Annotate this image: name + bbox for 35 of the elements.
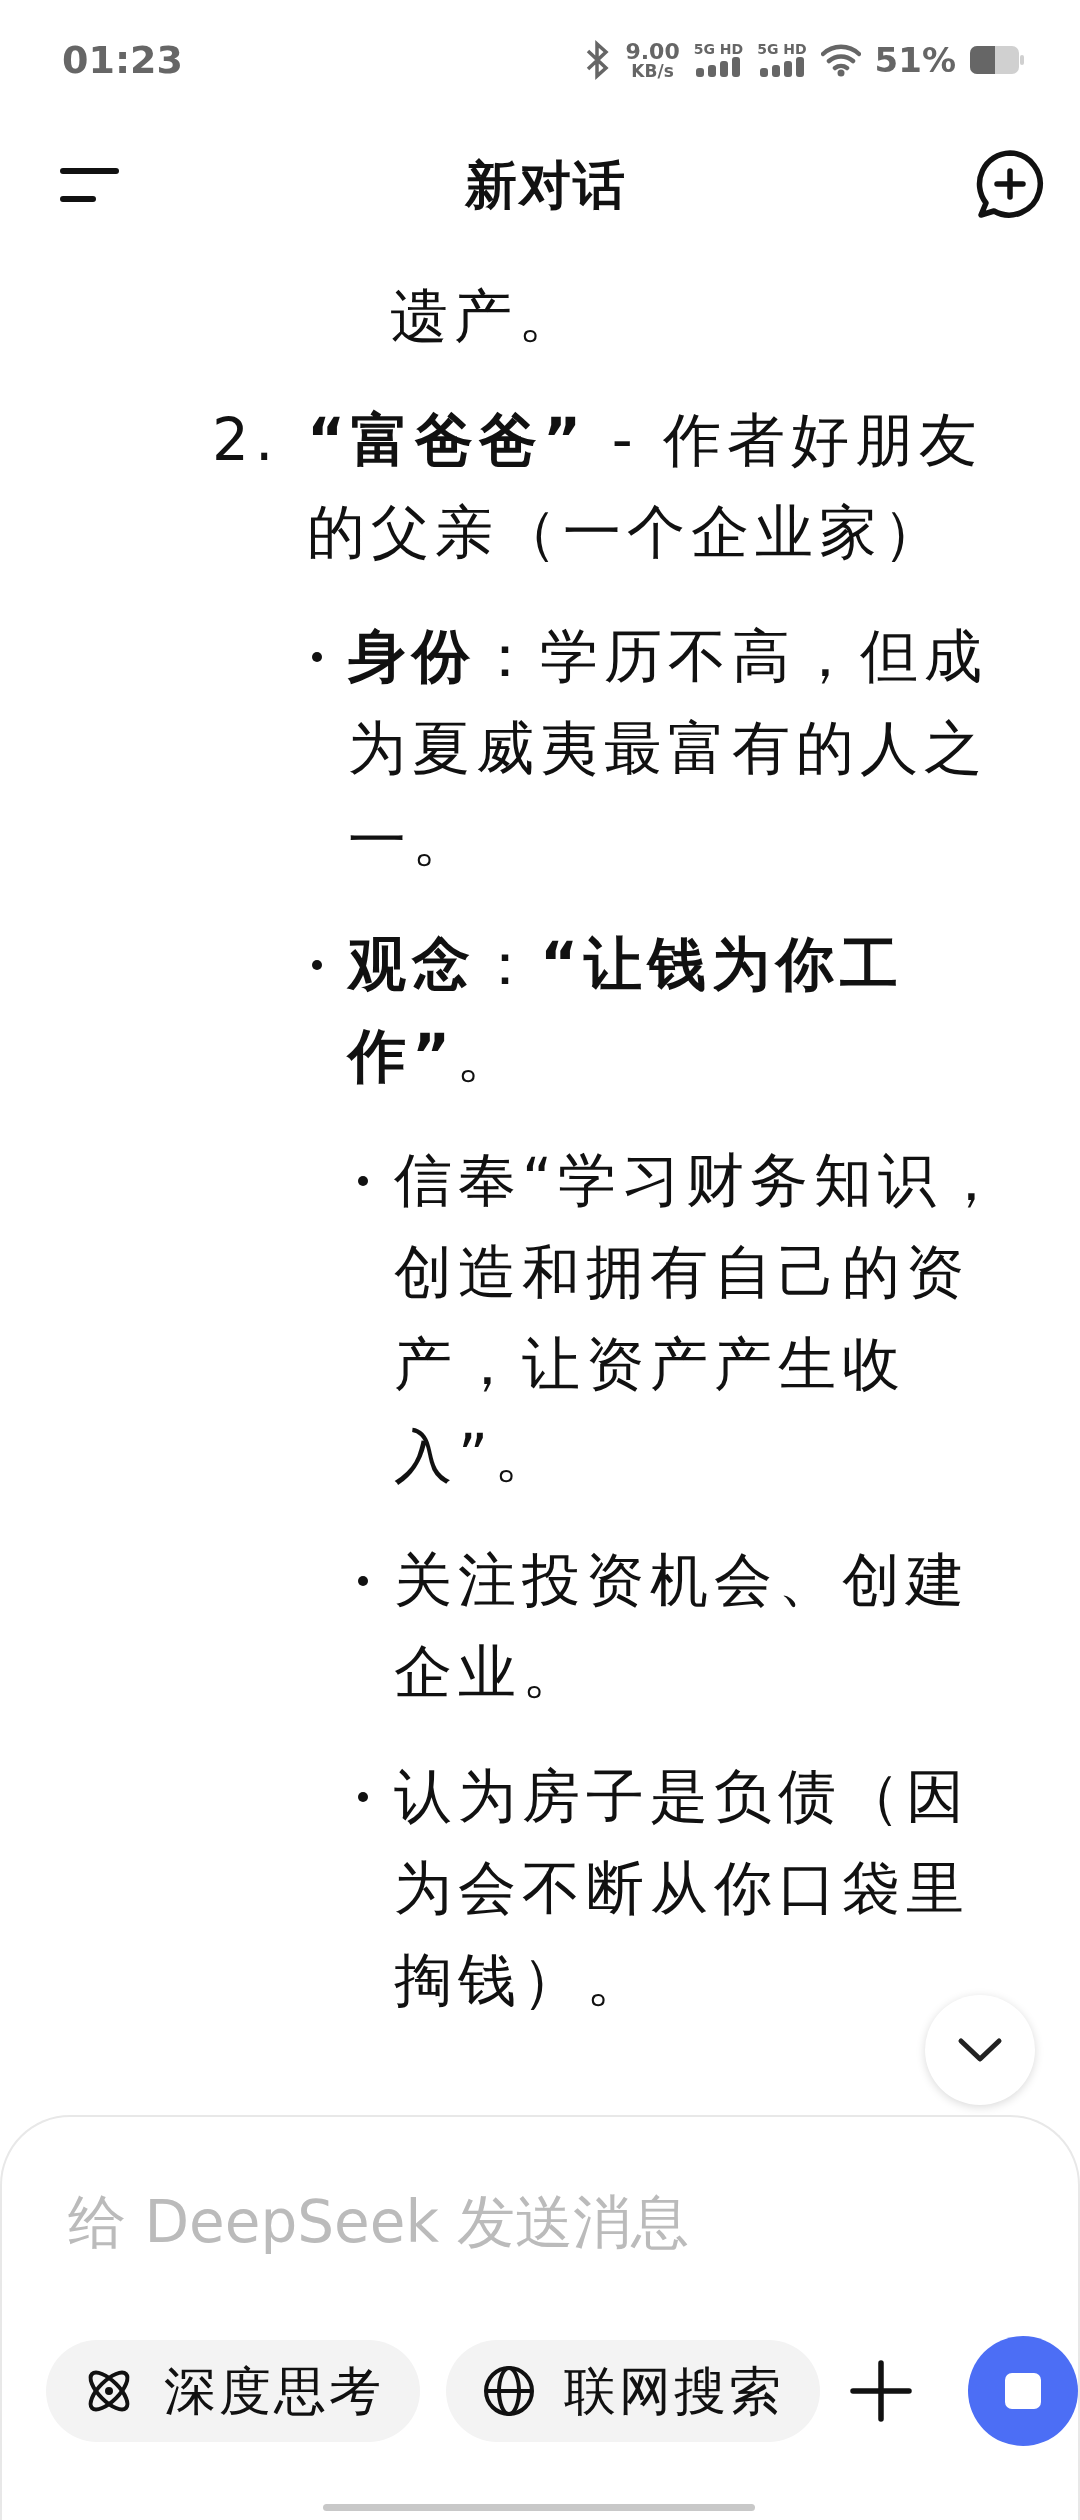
- bullet-dot: [312, 960, 322, 970]
- battery-icon: [970, 46, 1024, 74]
- menu-icon: [60, 165, 120, 205]
- network-type: 5G HD: [693, 42, 744, 56]
- message-text: 观念：“让钱为你工作”。: [348, 929, 906, 1092]
- message-text: 身份：学历不高，但成为夏威夷最富有的人之一。: [348, 621, 989, 876]
- bullet-dot: [358, 1576, 368, 1586]
- battery-percent: 51%: [874, 38, 956, 82]
- bullet-dot: [312, 652, 322, 662]
- menu-button[interactable]: [60, 165, 120, 205]
- chat-title: 新对话: [465, 154, 627, 217]
- network-speed: 9.00: [625, 40, 680, 63]
- signal-icon: [757, 56, 806, 78]
- message-text: “富爸爸” - 作者好朋友的父亲（一个企业家）: [307, 405, 985, 568]
- message-text: 认为房子是负债（因为会不断从你口袋里掏钱）。: [394, 1761, 971, 2016]
- mode-toggle[interactable]: 深度思考: [46, 2340, 420, 2442]
- list-number: 2.: [212, 405, 281, 476]
- bullet-dot: [358, 1176, 368, 1186]
- message-input[interactable]: 给 DeepSeek 发送消息: [68, 2179, 968, 2266]
- signal-icon: [694, 56, 743, 78]
- speed-unit: KB/s: [631, 62, 674, 80]
- network-type: 5G HD: [757, 42, 807, 56]
- scroll-down-button[interactable]: [925, 1995, 1035, 2105]
- stop-icon: [1005, 2373, 1041, 2409]
- mode-toggle[interactable]: 联网搜索: [446, 2340, 820, 2442]
- chevron-down-icon: [957, 2036, 1003, 2064]
- globe-icon: [482, 2364, 536, 2418]
- message-text: 关注投资机会、创建企业。: [394, 1545, 971, 1708]
- plus-icon: [850, 2360, 912, 2422]
- message-text: 遗产。: [389, 281, 583, 352]
- bullet-dot: [358, 1792, 368, 1802]
- attach-button[interactable]: [850, 2360, 912, 2422]
- wifi-icon: [820, 43, 861, 77]
- message-text: 信奉“学习财务知识，创造和拥有自己的资产，让资产产生收入”。: [394, 1145, 1008, 1492]
- clock-time: 01:23: [62, 36, 183, 84]
